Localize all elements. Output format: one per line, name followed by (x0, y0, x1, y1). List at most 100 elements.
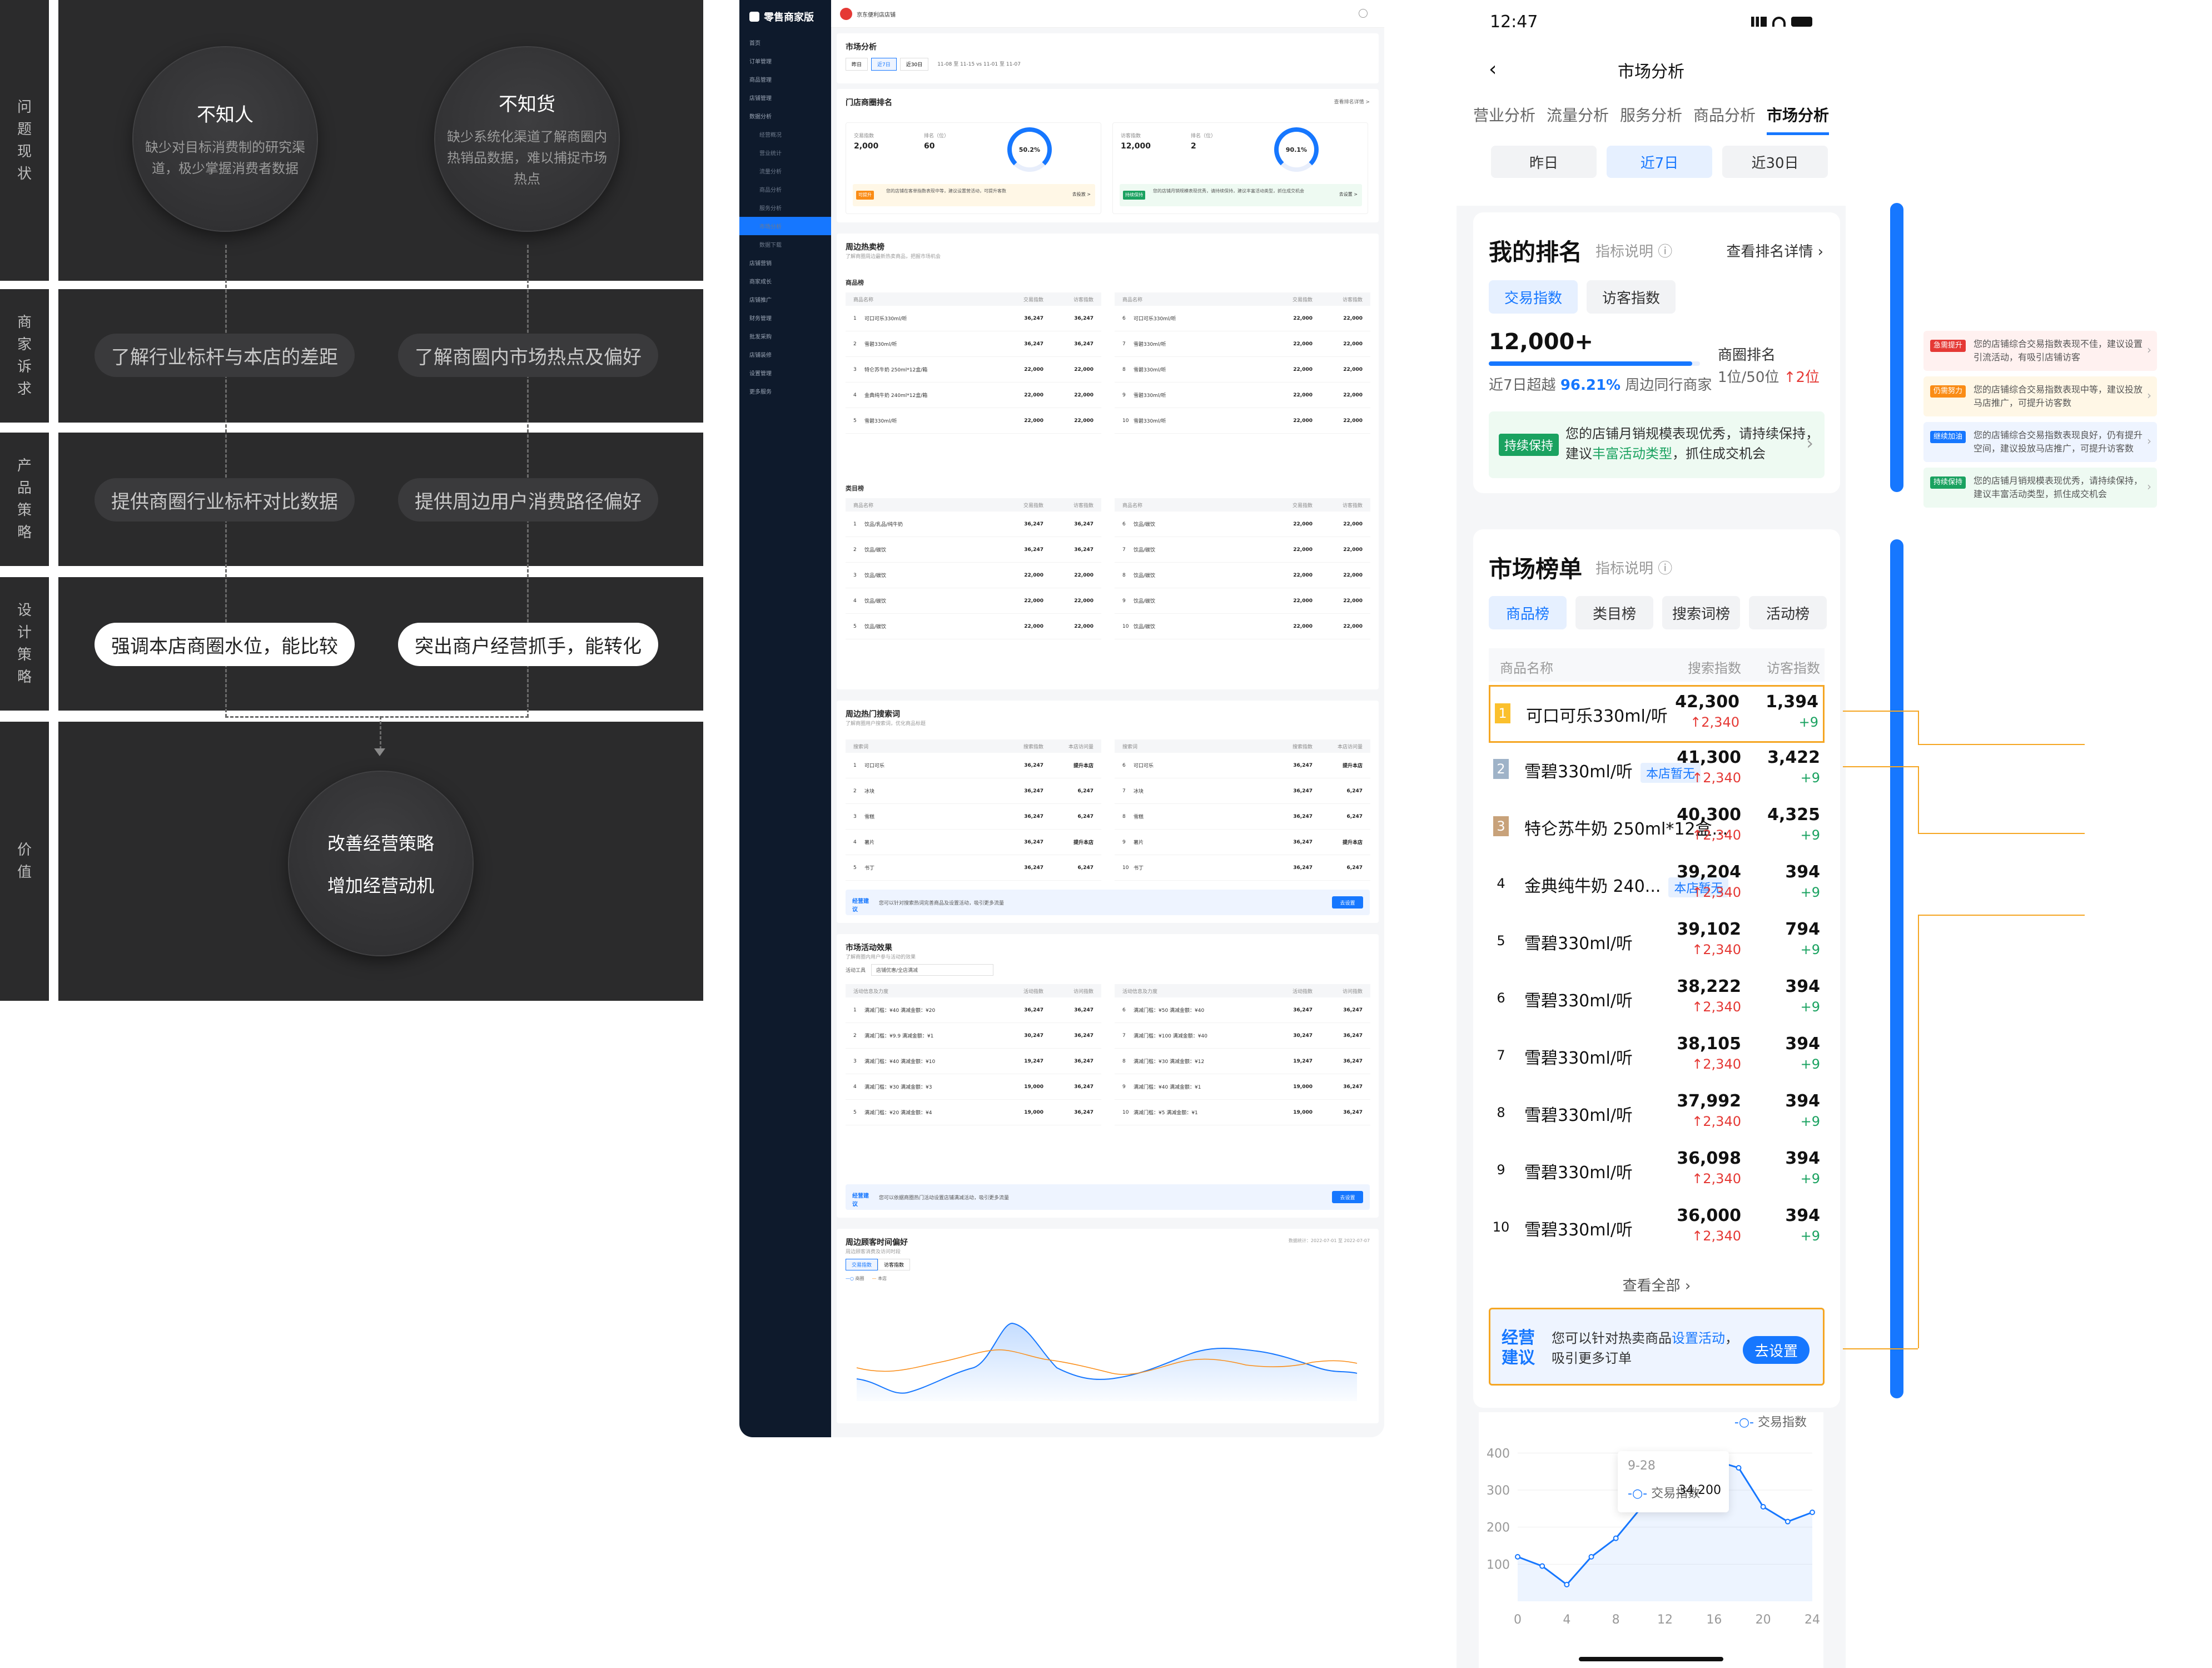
settings-icon[interactable] (1359, 9, 1368, 18)
chip-search[interactable]: 搜索词榜 (1662, 596, 1740, 629)
data-point[interactable] (1539, 1563, 1545, 1569)
tab-service[interactable]: 服务分析 (1620, 103, 1682, 135)
table-row[interactable]: 3 饮品/碳饮 22,000 22,000 (846, 563, 1101, 588)
sidebar-item[interactable]: 更多服务 (739, 382, 831, 400)
table-row[interactable]: 5 满减门槛：¥20 满减金额：¥4 19,000 36,247 (846, 1100, 1101, 1125)
table-row[interactable]: 1 满减门槛：¥40 满减金额：¥20 36,247 36,247 (846, 997, 1101, 1023)
table-row[interactable]: 3 满减门槛：¥40 满减金额：¥10 19,247 36,247 (846, 1049, 1101, 1074)
table-row[interactable]: 5 书丁 36,247 6,247 (846, 855, 1101, 881)
table-row[interactable]: 5 雪碧330ml/听 22,000 22,000 (846, 408, 1101, 434)
table-row[interactable]: 1 可口可乐 36,247 提升本店 (846, 753, 1101, 778)
table-row[interactable]: 2 雪碧330ml/听 36,247 36,247 (846, 331, 1101, 357)
data-point[interactable] (1515, 1554, 1520, 1560)
table-row[interactable]: 5 饮品/碳饮 22,000 22,000 (846, 614, 1101, 639)
shop-name[interactable]: 京东便利店店铺 (857, 10, 896, 18)
sidebar-item[interactable]: 市场分析 (739, 217, 831, 235)
list-item[interactable]: 5 雪碧330ml/听 39,102 ↑2,340 794 +9 (1489, 914, 1825, 972)
rank-detail-link[interactable]: 查看排名详情 › (1726, 240, 1823, 261)
table-row[interactable]: 3 雪糕 36,247 6,247 (846, 804, 1101, 830)
tab-market[interactable]: 市场分析 (1766, 103, 1829, 135)
sidebar-item[interactable]: 设置管理 (739, 364, 831, 382)
metric-hint[interactable]: 指标说明 ⓘ (1595, 240, 1672, 261)
table-row[interactable]: 8 雪糕 36,247 6,247 (1115, 804, 1370, 830)
data-point[interactable] (1760, 1504, 1766, 1510)
list-item[interactable]: 7 雪碧330ml/听 38,105 ↑2,340 394 +9 (1489, 1029, 1825, 1086)
list-item[interactable]: 2 雪碧330ml/听 本店暂无 41,300 ↑2,340 3,422 +9 (1489, 742, 1825, 800)
table-row[interactable]: 7 饮品/碳饮 22,000 22,000 (1115, 537, 1370, 563)
table-row[interactable]: 2 满减门槛：¥9.9 满减金额：¥1 30,247 36,247 (846, 1023, 1101, 1049)
table-row[interactable]: 10 雪碧330ml/听 22,000 22,000 (1115, 408, 1370, 434)
range-yesterday[interactable]: 昨日 (1491, 146, 1597, 178)
list-item[interactable]: 3 特仑苏牛奶 250ml*12盒... 40,300 ↑2,340 4,325 +9 (1489, 800, 1825, 857)
table-row[interactable]: 4 金典纯牛奶 240ml*12盒/箱 22,000 22,000 (846, 383, 1101, 408)
table-row[interactable]: 8 饮品/碳饮 22,000 22,000 (1115, 563, 1370, 588)
table-row[interactable]: 2 饮品/碳饮 36,247 36,247 (846, 537, 1101, 563)
table-row[interactable]: 4 饮品/碳饮 22,000 22,000 (846, 588, 1101, 614)
metric-hint[interactable]: 指标说明 ⓘ (1595, 557, 1672, 578)
list-item[interactable]: 8 雪碧330ml/听 37,992 ↑2,340 394 +9 (1489, 1086, 1825, 1144)
table-row[interactable]: 10 饮品/碳饮 22,000 22,000 (1115, 614, 1370, 639)
sidebar-item[interactable]: 店铺营销 (739, 254, 831, 272)
table-row[interactable]: 8 满减门槛：¥30 满减金额：¥12 19,247 36,247 (1115, 1049, 1370, 1074)
data-point[interactable] (1613, 1535, 1619, 1541)
chart-tab[interactable]: 访客指数 (878, 1259, 911, 1270)
chip-goods[interactable]: 商品榜 (1489, 596, 1567, 629)
table-row[interactable]: 6 可口可乐330ml/听 22,000 22,000 (1115, 306, 1370, 331)
list-item[interactable]: 1 可口可乐330ml/听 42,300 ↑2,340 1,394 +9 (1489, 685, 1825, 743)
rank-tip[interactable]: 持续保持 您的店铺月销规模表现优秀，请持续保持， 建议丰富活动类型，抓住成交机会… (1489, 411, 1825, 478)
tip-action[interactable]: 去设置 > (1339, 191, 1358, 198)
table-row[interactable]: 6 满减门槛：¥50 满减金额：¥40 36,247 36,247 (1115, 997, 1370, 1023)
table-row[interactable]: 9 雪碧330ml/听 22,000 22,000 (1115, 383, 1370, 408)
sidebar-item[interactable]: 营业统计 (739, 143, 831, 162)
sidebar-item[interactable]: 批发采购 (739, 327, 831, 345)
range-7d[interactable]: 近7日 (1607, 146, 1712, 178)
sidebar-item[interactable]: 数据下载 (739, 235, 831, 254)
range-tab[interactable]: 昨日 (846, 58, 868, 71)
range-30d[interactable]: 近30日 (1722, 146, 1828, 178)
tip-action[interactable]: 去投放 > (1072, 191, 1091, 198)
range-tab[interactable]: 近30日 (899, 58, 929, 71)
table-row[interactable]: 3 特仑苏牛奶 250ml*12盒/箱 22,000 22,000 (846, 357, 1101, 383)
sidebar-item[interactable]: 流量分析 (739, 162, 831, 180)
chart-tab[interactable]: 交易指数 (846, 1259, 878, 1270)
table-row[interactable]: 10 满减门槛：¥5 满减金额：¥1 19,000 36,247 (1115, 1100, 1370, 1125)
data-point[interactable] (1564, 1582, 1570, 1587)
data-point[interactable] (1784, 1518, 1791, 1525)
sidebar-item[interactable]: 商品分析 (739, 180, 831, 198)
table-row[interactable]: 9 薯片 36,247 提升本店 (1115, 830, 1370, 855)
chip-trade[interactable]: 交易指数 (1489, 280, 1578, 314)
advice-button[interactable]: 去设置 (1332, 896, 1363, 909)
tab-business[interactable]: 营业分析 (1473, 103, 1535, 135)
sidebar-item[interactable]: 店铺管理 (739, 88, 831, 107)
sidebar-item[interactable]: 订单管理 (739, 52, 831, 70)
table-row[interactable]: 1 饮品/乳品/纯牛奶 36,247 36,247 (846, 512, 1101, 537)
table-row[interactable]: 6 可口可乐 36,247 提升本店 (1115, 753, 1370, 778)
data-point[interactable] (1736, 1465, 1742, 1471)
table-row[interactable]: 7 冰块 36,247 6,247 (1115, 778, 1370, 804)
table-row[interactable]: 7 雪碧330ml/听 22,000 22,000 (1115, 331, 1370, 357)
activity-tool-select[interactable]: 店铺优惠/全店满减 (871, 964, 994, 976)
tab-goods[interactable]: 商品分析 (1693, 103, 1756, 135)
table-row[interactable]: 7 满减门槛：¥100 满减金额：¥40 30,247 36,247 (1115, 1023, 1370, 1049)
sidebar-item[interactable]: 经营概况 (739, 125, 831, 143)
data-point[interactable] (1810, 1510, 1815, 1515)
table-row[interactable]: 6 饮品/碳饮 22,000 22,000 (1115, 512, 1370, 537)
sidebar-item[interactable]: 商家成长 (739, 272, 831, 290)
sidebar-item[interactable]: 服务分析 (739, 198, 831, 217)
chip-activity[interactable]: 活动榜 (1749, 596, 1827, 629)
table-row[interactable]: 10 书丁 36,247 6,247 (1115, 855, 1370, 881)
table-row[interactable]: 4 满减门槛：¥30 满减金额：¥3 19,000 36,247 (846, 1074, 1101, 1100)
range-tab[interactable]: 近7日 (871, 58, 897, 71)
table-row[interactable]: 9 饮品/碳饮 22,000 22,000 (1115, 588, 1370, 614)
sidebar-item[interactable]: 财务管理 (739, 309, 831, 327)
table-row[interactable]: 2 冰块 36,247 6,247 (846, 778, 1101, 804)
chip-category[interactable]: 类目榜 (1575, 596, 1653, 629)
table-row[interactable]: 8 雪碧330ml/听 22,000 22,000 (1115, 357, 1370, 383)
sidebar-item[interactable]: 商品管理 (739, 70, 831, 88)
see-all-link[interactable]: 查看全部 › (1473, 1274, 1840, 1295)
sidebar-item[interactable]: 店铺装修 (739, 345, 831, 364)
advice-button[interactable]: 去设置 (1332, 1191, 1363, 1203)
table-row[interactable]: 1 可口可乐330ml/听 36,247 36,247 (846, 306, 1101, 331)
chip-visitor[interactable]: 访客指数 (1587, 280, 1676, 314)
table-row[interactable]: 9 满减门槛：¥40 满减金额：¥1 19,000 36,247 (1115, 1074, 1370, 1100)
